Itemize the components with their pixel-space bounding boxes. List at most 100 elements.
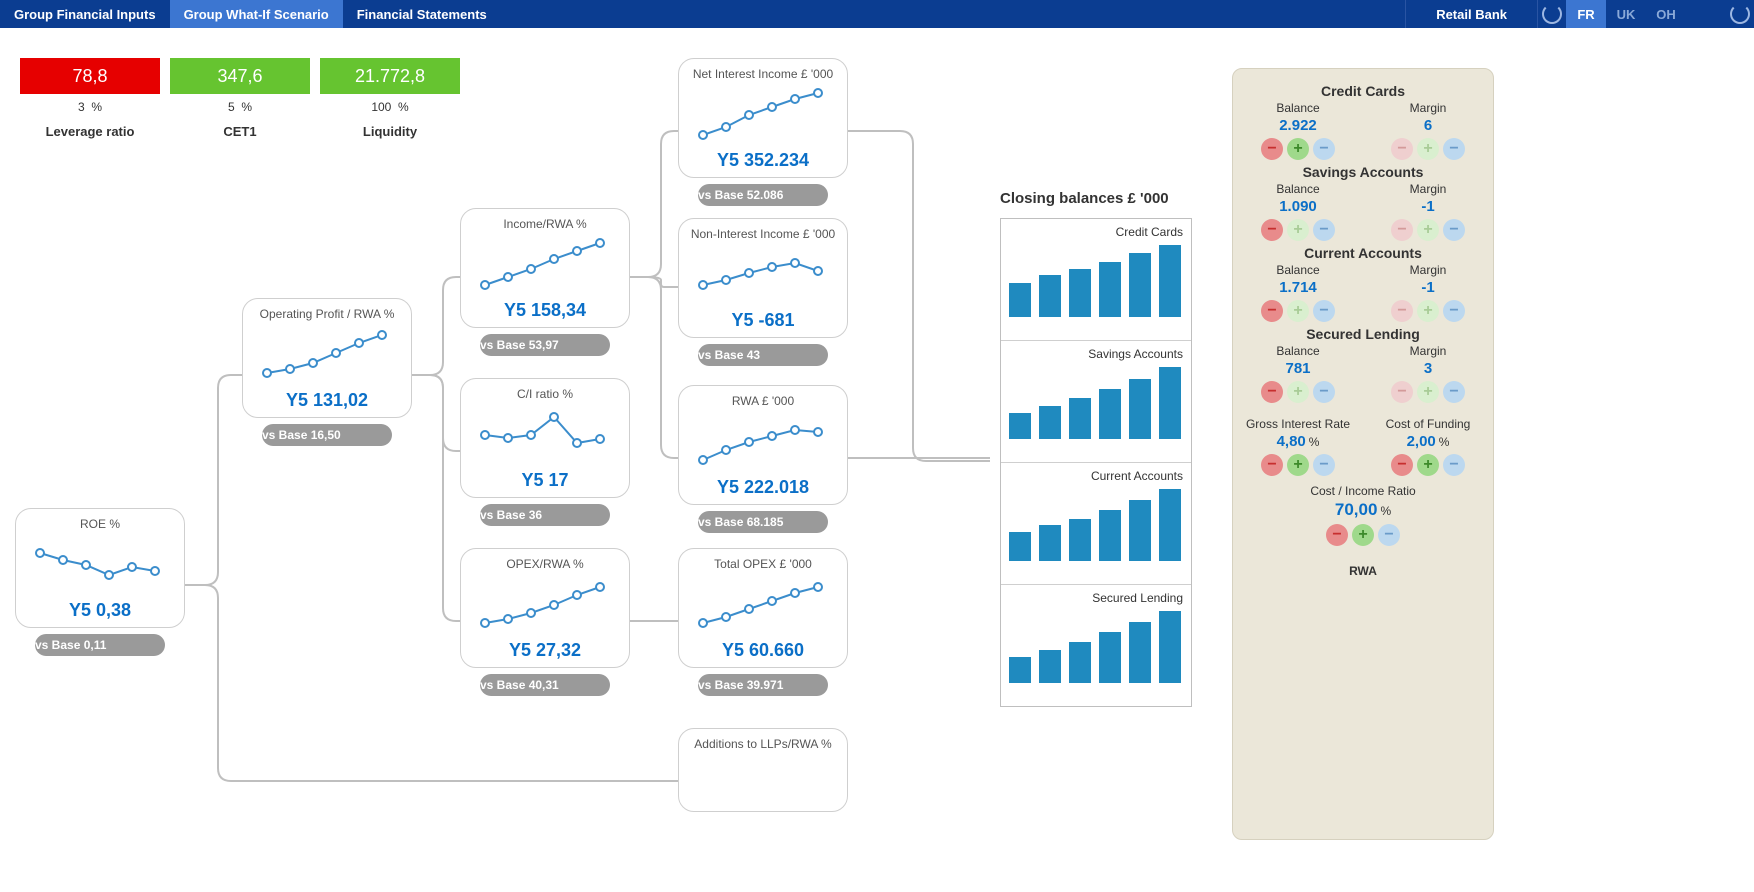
region-uk[interactable]: UK [1606,0,1646,28]
cir-minus-large[interactable]: − [1326,524,1348,546]
gir-value: 4,80% [1243,433,1353,450]
margin-label: Margin [1373,182,1483,196]
section-title-savings-accounts: Savings Accounts [1233,164,1493,180]
card-title: Operating Profit / RWA % [249,307,405,321]
card-title: Non-Interest Income £ '000 [685,227,841,241]
margin-value-current-accounts: -1 [1373,279,1483,296]
node-operating-profit-rwa[interactable]: Operating Profit / RWA % Y5 131,02 vs Ba… [242,298,412,446]
card-value: Y5 -681 [685,310,841,331]
margin-value-credit-cards: 6 [1373,117,1483,134]
vs-base-pill: vs Base 39.971 [698,674,828,696]
balance-label: Balance [1243,182,1353,196]
margin-minus-large-secured-lending[interactable]: − [1391,381,1413,403]
cb-series-name: Secured Lending [1009,591,1183,605]
card-title: Income/RWA % [467,217,623,231]
margin-minus-small-savings-accounts[interactable]: − [1443,219,1465,241]
card-title: Total OPEX £ '000 [685,557,841,571]
balance-value-savings-accounts: 1.090 [1243,198,1353,215]
balance-plus-secured-lending[interactable]: + [1287,381,1309,403]
refresh-right-button[interactable] [1726,0,1754,28]
kpi-pct: 100 % [320,100,460,114]
gir-plus[interactable]: + [1287,454,1309,476]
kpi-value: 21.772,8 [320,58,460,94]
node-rwa[interactable]: RWA £ '000 Y5 222.018 vs Base 68.185 [678,385,848,533]
margin-minus-small-credit-cards[interactable]: − [1443,138,1465,160]
kpi-name: Liquidity [320,124,460,139]
card-title: RWA £ '000 [685,394,841,408]
vs-base-pill: vs Base 16,50 [262,424,392,446]
margin-plus-savings-accounts[interactable]: + [1417,219,1439,241]
card-title: C/I ratio % [467,387,623,401]
balance-label: Balance [1243,101,1353,115]
node-roe[interactable]: ROE % Y5 0,38 vs Base 0,11 [15,508,185,656]
section-title-current-accounts: Current Accounts [1233,245,1493,261]
rwa-label: RWA [1233,564,1493,578]
kpi-leverage: 78,8 3 % Leverage ratio [20,58,160,139]
tab-financial-statements[interactable]: Financial Statements [343,0,501,28]
node-ci-ratio[interactable]: C/I ratio % Y5 17 vs Base 36 [460,378,630,526]
margin-minus-large-credit-cards[interactable]: − [1391,138,1413,160]
gir-minus-small[interactable]: − [1313,454,1335,476]
tab-group-financial-inputs[interactable]: Group Financial Inputs [0,0,170,28]
balance-minus-small-current-accounts[interactable]: − [1313,300,1335,322]
region-fr[interactable]: FR [1566,0,1606,28]
topbar: Group Financial Inputs Group What-If Sce… [0,0,1754,28]
vs-base-pill: vs Base 52.086 [698,184,828,206]
balance-minus-large-current-accounts[interactable]: − [1261,300,1283,322]
kpi-name: CET1 [170,124,310,139]
balance-value-current-accounts: 1.714 [1243,279,1353,296]
card-title: Additions to LLPs/RWA % [685,737,841,751]
cof-plus[interactable]: + [1417,454,1439,476]
balance-minus-small-secured-lending[interactable]: − [1313,381,1335,403]
cof-minus-small[interactable]: − [1443,454,1465,476]
vs-base-pill: vs Base 0,11 [35,634,165,656]
margin-minus-large-current-accounts[interactable]: − [1391,300,1413,322]
vs-base-pill: vs Base 36 [480,504,610,526]
margin-minus-large-savings-accounts[interactable]: − [1391,219,1413,241]
node-opex-rwa[interactable]: OPEX/RWA % Y5 27,32 vs Base 40,31 [460,548,630,696]
control-panel: Credit CardsBalance2.922−+−Margin6−+−Sav… [1232,68,1494,840]
balance-value-credit-cards: 2.922 [1243,117,1353,134]
region-blank[interactable] [1686,0,1726,28]
balance-plus-credit-cards[interactable]: + [1287,138,1309,160]
node-non-interest-income[interactable]: Non-Interest Income £ '000 Y5 -681 vs Ba… [678,218,848,366]
region-oh[interactable]: OH [1646,0,1686,28]
margin-plus-secured-lending[interactable]: + [1417,381,1439,403]
cir-plus[interactable]: + [1352,524,1374,546]
balance-minus-small-credit-cards[interactable]: − [1313,138,1335,160]
node-total-opex[interactable]: Total OPEX £ '000 Y5 60.660 vs Base 39.9… [678,548,848,696]
cir-value: 70,00% [1233,500,1493,520]
vs-base-pill: vs Base 43 [698,344,828,366]
margin-minus-small-secured-lending[interactable]: − [1443,381,1465,403]
node-income-rwa[interactable]: Income/RWA % Y5 158,34 vs Base 53,97 [460,208,630,356]
balance-minus-large-savings-accounts[interactable]: − [1261,219,1283,241]
vs-base-pill: vs Base 68.185 [698,511,828,533]
cb-credit-cards: Credit Cards [1001,219,1191,341]
cb-series-name: Credit Cards [1009,225,1183,239]
balance-plus-savings-accounts[interactable]: + [1287,219,1309,241]
margin-minus-small-current-accounts[interactable]: − [1443,300,1465,322]
node-net-interest-income[interactable]: Net Interest Income £ '000 Y5 352.234 vs… [678,58,848,206]
balance-plus-current-accounts[interactable]: + [1287,300,1309,322]
tab-group-what-if-scenario[interactable]: Group What-If Scenario [170,0,343,28]
balance-minus-large-secured-lending[interactable]: − [1261,381,1283,403]
balance-minus-small-savings-accounts[interactable]: − [1313,219,1335,241]
cir-minus-small[interactable]: − [1378,524,1400,546]
cof-label: Cost of Funding [1373,417,1483,431]
card-value: Y5 222.018 [685,477,841,498]
card-title: OPEX/RWA % [467,557,623,571]
balance-minus-large-credit-cards[interactable]: − [1261,138,1283,160]
node-llp-rwa[interactable]: Additions to LLPs/RWA % [678,728,848,812]
refresh-left-button[interactable] [1538,0,1566,28]
cb-series-name: Current Accounts [1009,469,1183,483]
gir-minus-large[interactable]: − [1261,454,1283,476]
kpi-value: 347,6 [170,58,310,94]
margin-plus-credit-cards[interactable]: + [1417,138,1439,160]
margin-plus-current-accounts[interactable]: + [1417,300,1439,322]
card-value: Y5 60.660 [685,640,841,661]
closing-balances-title: Closing balances £ '000 [1000,190,1169,207]
cof-value: 2,00% [1373,433,1483,450]
refresh-icon [1730,4,1750,24]
balance-label: Balance [1243,263,1353,277]
cof-minus-large[interactable]: − [1391,454,1413,476]
